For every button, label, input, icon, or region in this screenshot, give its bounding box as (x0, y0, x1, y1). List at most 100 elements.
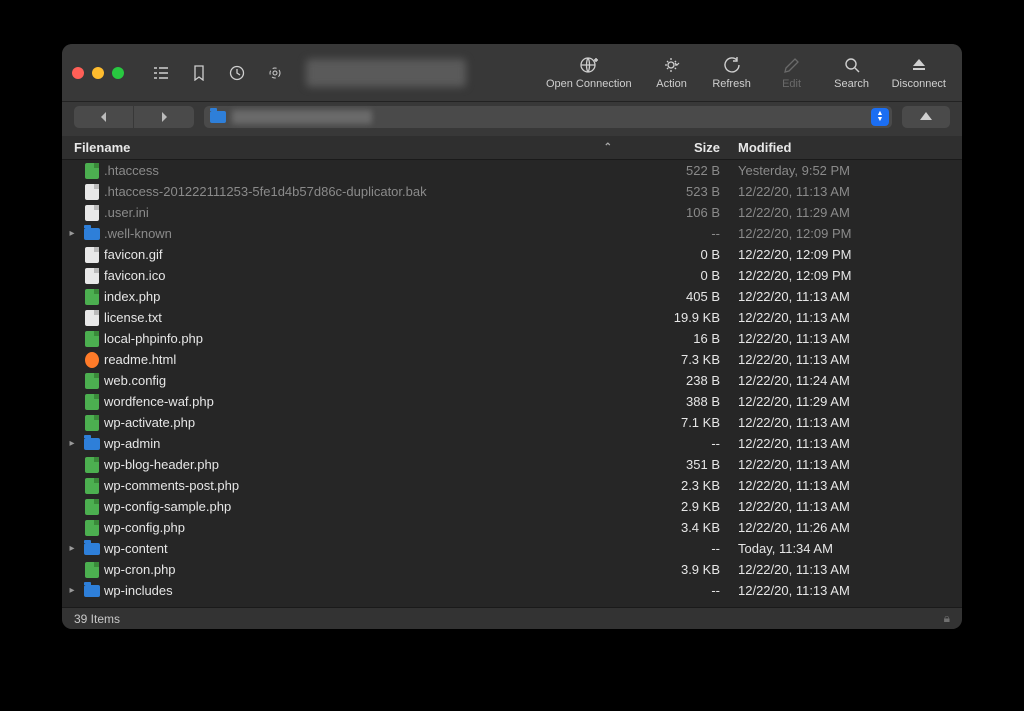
file-size: 3.9 KB (622, 562, 732, 577)
table-row[interactable]: wp-comments-post.php2.3 KB12/22/20, 11:1… (62, 475, 962, 496)
file-size: 522 B (622, 163, 732, 178)
disclosure-triangle-icon[interactable]: ▸ (62, 585, 82, 596)
table-row[interactable]: ▸.well-known--12/22/20, 12:09 PM (62, 223, 962, 244)
table-row[interactable]: .htaccess-201222111253-5fe1d4b57d86c-dup… (62, 181, 962, 202)
chevron-updown-icon[interactable]: ▲▼ (871, 108, 889, 126)
table-row[interactable]: local-phpinfo.php16 B12/22/20, 11:13 AM (62, 328, 962, 349)
file-name: wp-cron.php (102, 562, 622, 577)
action-button[interactable]: Action (646, 55, 698, 90)
file-name: wp-config.php (102, 520, 622, 535)
file-list[interactable]: .htaccess522 BYesterday, 9:52 PM.htacces… (62, 160, 962, 607)
open-connection-button[interactable]: Open Connection (540, 55, 638, 90)
column-modified-label: Modified (738, 140, 791, 155)
file-icon (82, 415, 102, 431)
history-icon[interactable] (222, 60, 252, 86)
disconnect-label: Disconnect (892, 78, 946, 90)
column-modified[interactable]: Modified (732, 140, 962, 155)
file-icon (82, 205, 102, 221)
file-name: wp-admin (102, 436, 622, 451)
window-controls (72, 67, 124, 79)
disclosure-triangle-icon[interactable]: ▸ (62, 438, 82, 449)
file-size: 523 B (622, 184, 732, 199)
table-row[interactable]: web.config238 B12/22/20, 11:24 AM (62, 370, 962, 391)
forward-button[interactable] (134, 106, 194, 128)
path-popup[interactable]: ▲▼ (204, 106, 892, 128)
file-name: web.config (102, 373, 622, 388)
table-row[interactable]: license.txt19.9 KB12/22/20, 11:13 AM (62, 307, 962, 328)
search-label: Search (834, 78, 869, 90)
file-icon (82, 562, 102, 578)
bookmarks-icon[interactable] (184, 60, 214, 86)
bonjour-icon[interactable] (260, 60, 290, 86)
globe-plus-icon (579, 55, 599, 75)
table-row[interactable]: readme.html7.3 KB12/22/20, 11:13 AM (62, 349, 962, 370)
file-icon (82, 268, 102, 284)
column-filename-label: Filename (74, 140, 130, 155)
column-size[interactable]: Size (622, 140, 732, 155)
file-name: wp-config-sample.php (102, 499, 622, 514)
file-icon (82, 331, 102, 347)
file-modified: 12/22/20, 12:09 PM (732, 226, 962, 241)
table-row[interactable]: favicon.ico0 B12/22/20, 12:09 PM (62, 265, 962, 286)
sort-asc-icon: ⌃ (604, 142, 612, 153)
table-row[interactable]: wp-config.php3.4 KB12/22/20, 11:26 AM (62, 517, 962, 538)
close-icon[interactable] (72, 67, 84, 79)
file-size: 7.1 KB (622, 415, 732, 430)
refresh-icon (723, 55, 741, 75)
file-name: .htaccess (102, 163, 622, 178)
table-row[interactable]: wordfence-waf.php388 B12/22/20, 11:29 AM (62, 391, 962, 412)
file-name: wordfence-waf.php (102, 394, 622, 409)
up-folder-button[interactable] (902, 106, 950, 128)
table-row[interactable]: wp-activate.php7.1 KB12/22/20, 11:13 AM (62, 412, 962, 433)
table-row[interactable]: .user.ini106 B12/22/20, 11:29 AM (62, 202, 962, 223)
file-name: favicon.gif (102, 247, 622, 262)
disconnect-button[interactable]: Disconnect (886, 55, 952, 90)
outline-view-icon[interactable] (146, 60, 176, 86)
table-row[interactable]: ▸wp-includes--12/22/20, 11:13 AM (62, 580, 962, 601)
disclosure-triangle-icon[interactable]: ▸ (62, 543, 82, 554)
table-row[interactable]: wp-config-sample.php2.9 KB12/22/20, 11:1… (62, 496, 962, 517)
app-window: Open Connection Action Refresh Edit Sear… (62, 44, 962, 629)
file-name: license.txt (102, 310, 622, 325)
refresh-label: Refresh (712, 78, 751, 90)
file-modified: 12/22/20, 11:13 AM (732, 478, 962, 493)
file-size: 106 B (622, 205, 732, 220)
file-size: 2.3 KB (622, 478, 732, 493)
file-modified: 12/22/20, 11:13 AM (732, 184, 962, 199)
minimize-icon[interactable] (92, 67, 104, 79)
file-modified: Yesterday, 9:52 PM (732, 163, 962, 178)
table-row[interactable]: ▸wp-content--Today, 11:34 AM (62, 538, 962, 559)
file-icon (82, 520, 102, 536)
back-button[interactable] (74, 106, 134, 128)
list-header: Filename ⌃ Size Modified (62, 136, 962, 160)
column-filename[interactable]: Filename ⌃ (62, 140, 622, 155)
folder-icon (82, 228, 102, 240)
lock-icon: 🔒︎ (944, 611, 950, 626)
action-label: Action (656, 78, 687, 90)
file-modified: 12/22/20, 11:13 AM (732, 352, 962, 367)
file-icon (82, 394, 102, 410)
table-row[interactable]: favicon.gif0 B12/22/20, 12:09 PM (62, 244, 962, 265)
table-row[interactable]: wp-blog-header.php351 B12/22/20, 11:13 A… (62, 454, 962, 475)
file-size: 19.9 KB (622, 310, 732, 325)
folder-icon (82, 543, 102, 555)
file-name: wp-includes (102, 583, 622, 598)
file-size: 0 B (622, 247, 732, 262)
refresh-button[interactable]: Refresh (706, 55, 758, 90)
file-size: 0 B (622, 268, 732, 283)
table-row[interactable]: .htaccess522 BYesterday, 9:52 PM (62, 160, 962, 181)
file-modified: 12/22/20, 11:13 AM (732, 436, 962, 451)
maximize-icon[interactable] (112, 67, 124, 79)
table-row[interactable]: ▸wp-admin--12/22/20, 11:13 AM (62, 433, 962, 454)
file-modified: 12/22/20, 11:26 AM (732, 520, 962, 535)
table-row[interactable]: wp-cron.php3.9 KB12/22/20, 11:13 AM (62, 559, 962, 580)
file-name: readme.html (102, 352, 622, 367)
table-row[interactable]: index.php405 B12/22/20, 11:13 AM (62, 286, 962, 307)
file-name: local-phpinfo.php (102, 331, 622, 346)
folder-icon (210, 111, 226, 123)
file-modified: 12/22/20, 12:09 PM (732, 247, 962, 262)
file-modified: 12/22/20, 11:13 AM (732, 289, 962, 304)
search-button[interactable]: Search (826, 55, 878, 90)
file-modified: Today, 11:34 AM (732, 541, 962, 556)
disclosure-triangle-icon[interactable]: ▸ (62, 228, 82, 239)
